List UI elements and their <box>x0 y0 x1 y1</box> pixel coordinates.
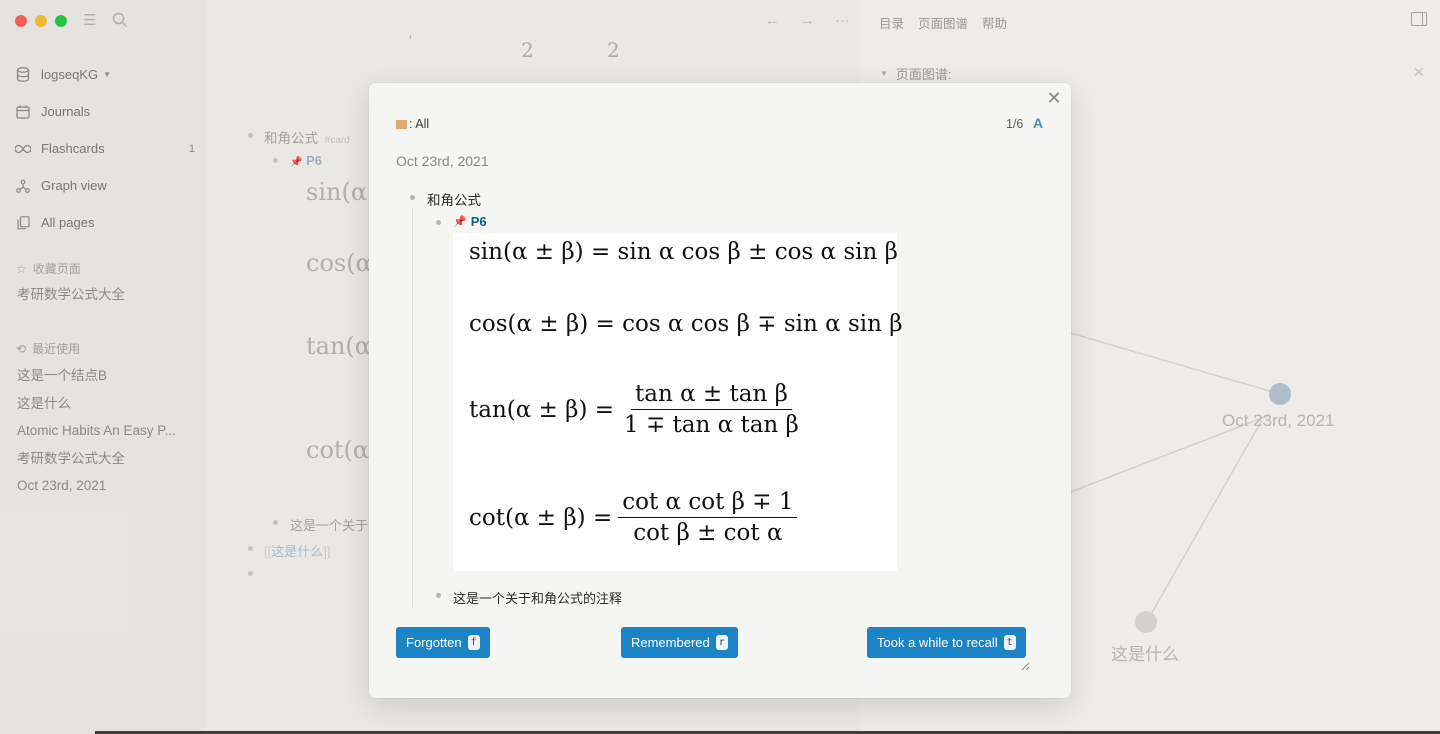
tan-formula: tan(α ± β) = tan α ± tan β 1 ∓ tan α tan… <box>469 381 803 438</box>
card-progress: 1/6 <box>1006 117 1024 131</box>
p6-block: 📌 P6 <box>453 214 487 229</box>
cot-formula: cot(α ± β) = cot α cot β ∓ 1 cot β ± cot… <box>469 489 798 546</box>
cot-denominator: cot β ± cot α <box>633 520 783 546</box>
tan-numerator: tan α ± tan β <box>631 381 792 410</box>
bullet[interactable] <box>436 593 441 598</box>
shortcut-key: r <box>715 635 728 650</box>
tan-denominator: 1 ∓ tan α tan β <box>624 412 799 438</box>
forgotten-button[interactable]: Forgotten f <box>396 627 490 658</box>
formula-image: sin(α ± β) = sin α cos β ± cos α sin β c… <box>453 233 903 571</box>
shortcut-key: f <box>467 635 480 650</box>
p6-label: P6 <box>470 214 487 229</box>
card-note: 这是一个关于和角公式的注释 <box>453 591 623 606</box>
card-box-icon <box>396 119 407 129</box>
bullet[interactable] <box>436 220 441 225</box>
pin-icon: 📌 <box>453 216 467 228</box>
sin-formula: sin(α ± β) = sin α cos β ± cos α sin β <box>469 239 898 265</box>
card-page-title[interactable]: Oct 23rd, 2021 <box>396 153 489 169</box>
deck-label[interactable]: : All <box>396 117 429 131</box>
block-guide-line <box>412 208 413 608</box>
bullet[interactable] <box>410 195 415 200</box>
close-icon[interactable]: ✕ <box>1046 89 1062 107</box>
toggle-answers-button[interactable]: A <box>1033 115 1043 131</box>
cot-numerator: cot α cot β ∓ 1 <box>618 489 798 518</box>
card-block-title: 和角公式 <box>427 193 481 208</box>
took-a-while-button[interactable]: Took a while to recall t <box>867 627 1026 658</box>
cos-formula: cos(α ± β) = cos α cos β ∓ sin α sin β <box>469 311 903 337</box>
shortcut-key: t <box>1003 635 1016 650</box>
remembered-button[interactable]: Remembered r <box>621 627 738 658</box>
resize-handle-icon[interactable] <box>1021 662 1030 671</box>
